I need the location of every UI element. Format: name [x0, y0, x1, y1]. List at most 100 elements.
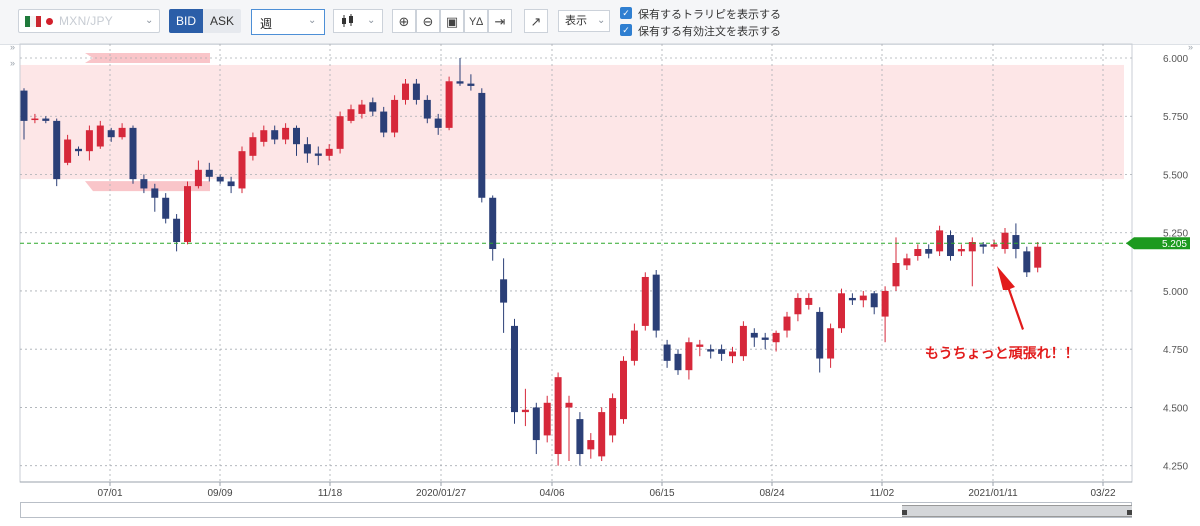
- candle-body: [129, 127, 137, 180]
- candle-body: [282, 127, 290, 140]
- candle-body: [772, 332, 780, 343]
- candle-body: [173, 218, 181, 243]
- candle-body: [107, 130, 115, 138]
- candle-body: [947, 235, 954, 257]
- candle-body: [805, 297, 813, 305]
- candle-body: [303, 144, 311, 154]
- candle-body: [140, 179, 148, 189]
- candle-body: [881, 290, 889, 317]
- candle-body: [194, 169, 202, 187]
- x-tick-label: 07/01: [97, 488, 122, 499]
- candle-body: [609, 398, 617, 436]
- candle-body: [521, 409, 529, 413]
- candle-body: [325, 148, 333, 156]
- candle-body: [445, 81, 453, 128]
- candlestick-chart[interactable]: 5.205 6.000 5.750 5.500 5.250 5.000 4.750 4.50…: [0, 0, 1200, 526]
- candle-body: [598, 412, 606, 457]
- candle-body: [990, 244, 998, 247]
- candle-body: [478, 92, 486, 198]
- candle-body: [31, 118, 39, 121]
- y-tick-label: 5.250: [1163, 229, 1188, 240]
- y-tick-label: 6.000: [1163, 54, 1188, 65]
- candle-body: [227, 181, 235, 187]
- candle-body: [380, 111, 388, 133]
- candle-body: [336, 116, 344, 149]
- candle-body: [1012, 235, 1020, 250]
- candle-body: [761, 337, 769, 340]
- candle-body: [53, 120, 61, 180]
- candle-body: [391, 99, 399, 133]
- candle-body: [620, 360, 627, 420]
- y-tick-label: 5.750: [1163, 112, 1188, 123]
- candle-body: [42, 118, 50, 121]
- candle-body: [314, 153, 322, 156]
- candle-body: [456, 81, 464, 84]
- candle-body: [1001, 232, 1009, 250]
- candle-body: [423, 99, 431, 119]
- candle-body: [892, 263, 900, 287]
- candle-body: [532, 407, 540, 441]
- candle-body: [816, 311, 824, 359]
- candle-body: [260, 130, 268, 142]
- candle-body: [707, 349, 715, 352]
- candle-body: [696, 344, 704, 347]
- candle-body: [20, 90, 28, 121]
- trap-range-band: [20, 64, 1124, 180]
- candle-body: [848, 297, 856, 301]
- candle-body: [663, 344, 671, 361]
- candle-body: [838, 293, 845, 329]
- x-tick-label: 11/02: [870, 488, 895, 499]
- scrollbar-handle-right[interactable]: [1127, 510, 1132, 515]
- x-tick-label: 08/24: [759, 488, 784, 499]
- annotation-arrow: [997, 266, 1024, 330]
- candle-body: [543, 402, 551, 436]
- candle-body: [75, 148, 82, 152]
- candle-body: [630, 330, 638, 361]
- candle-body: [151, 188, 159, 198]
- x-tick-label: 11/18: [318, 488, 343, 499]
- candle-body: [238, 151, 246, 189]
- candle-body: [205, 169, 213, 177]
- candle-body: [827, 328, 835, 359]
- x-tick-label: 2020/01/27: [416, 488, 466, 499]
- candle-body: [500, 279, 508, 303]
- x-tick-label: 09/09: [207, 488, 232, 499]
- candle-body: [402, 83, 409, 100]
- scrollbar-thumb[interactable]: [902, 505, 1132, 517]
- candle-body: [1034, 246, 1042, 268]
- candle-body: [434, 118, 442, 128]
- x-tick-label: 03/22: [1090, 488, 1115, 499]
- x-tick-label: 04/06: [539, 488, 564, 499]
- candle-body: [358, 104, 366, 114]
- candle-body: [511, 325, 518, 413]
- candle-body: [870, 293, 878, 308]
- annotation-text: もうちょっと頑張れ！！: [925, 346, 1079, 362]
- candle-body: [118, 127, 126, 138]
- candle-body: [85, 130, 93, 152]
- candle-body: [979, 244, 987, 247]
- candle-body: [96, 125, 104, 147]
- candle-body: [576, 419, 584, 455]
- candle-body: [794, 297, 802, 315]
- candle-body: [216, 176, 224, 182]
- candle-body: [718, 349, 726, 354]
- y-tick-label: 4.750: [1163, 345, 1188, 356]
- candle-body: [249, 137, 257, 156]
- candle-body: [750, 332, 758, 338]
- candle-body: [64, 139, 72, 163]
- candle-body: [587, 440, 595, 450]
- candle-body: [936, 230, 944, 252]
- candle-body: [729, 351, 736, 357]
- candle-body: [467, 83, 475, 86]
- candle-body: [184, 186, 191, 243]
- candle-body: [554, 377, 562, 455]
- candle-body: [914, 249, 922, 257]
- candle-body: [641, 276, 649, 326]
- y-tick-label: 5.000: [1163, 287, 1188, 298]
- y-tick-label: 5.500: [1163, 170, 1188, 181]
- candle-body: [859, 295, 867, 301]
- candle-body: [783, 316, 791, 331]
- x-tick-label: 06/15: [649, 488, 674, 499]
- candle-body: [347, 109, 355, 121]
- scrollbar-handle-left[interactable]: [902, 510, 907, 515]
